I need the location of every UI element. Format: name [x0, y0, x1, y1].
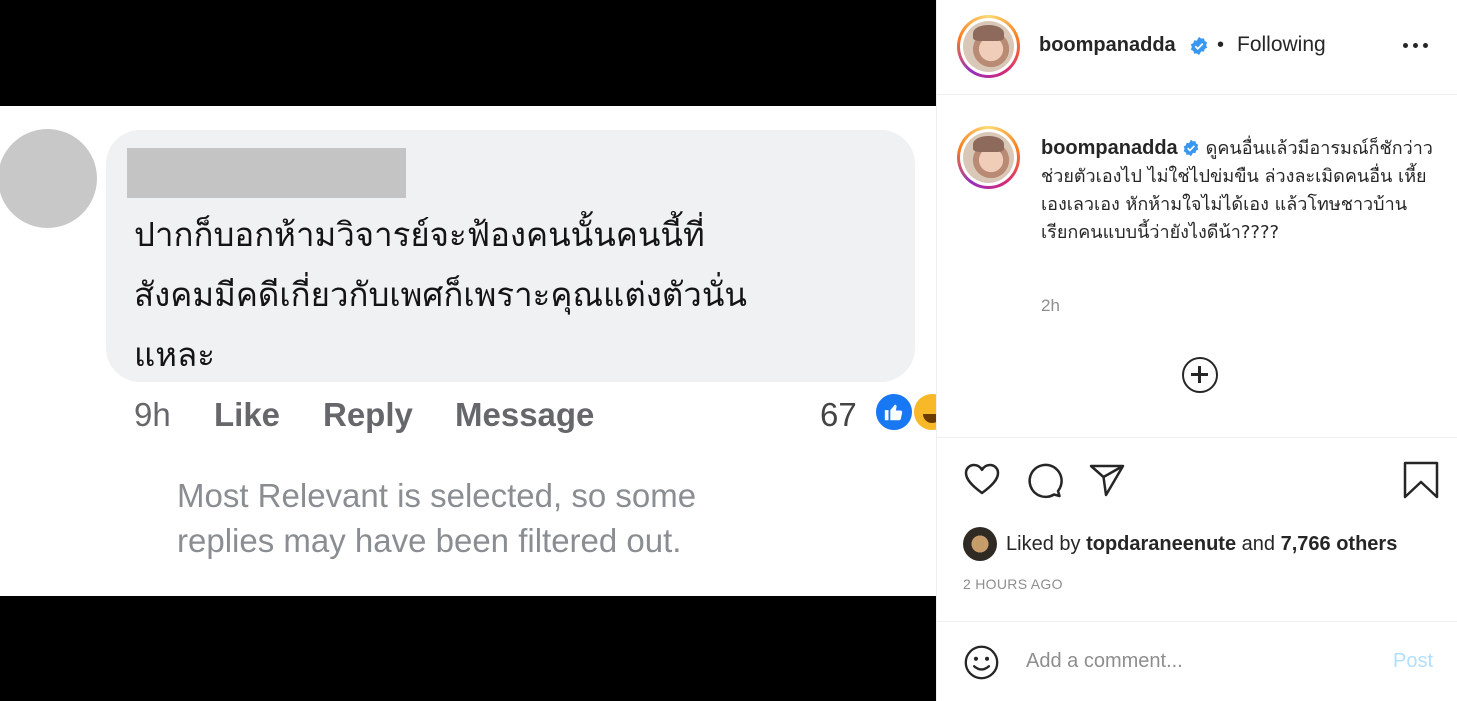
action-section: Liked by topdaraneenute and 7,766 others… [937, 437, 1457, 701]
comment-time: 9h [134, 396, 171, 433]
caption-timestamp: 2h [1041, 296, 1060, 315]
comment-bubble-icon[interactable] [1024, 460, 1064, 500]
filter-note: Most Relevant is selected, so some repli… [177, 477, 697, 559]
post-media[interactable]: ปากก็บอกห้ามวิจารย์จะฟ้องคนนั้นคนนี้ที่ … [0, 0, 936, 701]
author-username[interactable]: boompanadda [1039, 34, 1176, 57]
following-button[interactable]: Following [1237, 33, 1326, 57]
liker-avatar [963, 527, 997, 561]
redacted-name [127, 148, 406, 198]
thumbs-up-icon [874, 392, 914, 432]
share-send-icon[interactable] [1087, 460, 1127, 500]
load-more-comments-icon[interactable] [1182, 357, 1218, 393]
likes-middle: and [1241, 532, 1276, 555]
comment-actions: 9h Like Reply Message 67 [0, 395, 936, 435]
likes-others[interactable]: 7,766 others [1281, 533, 1398, 556]
verified-badge-icon [1183, 139, 1198, 157]
author-avatar[interactable] [957, 15, 1020, 78]
liker-username[interactable]: topdaraneenute [1086, 533, 1236, 556]
verified-badge-icon [1190, 36, 1208, 56]
likes-prefix: Liked by [1006, 532, 1081, 555]
comment-input[interactable]: Add a comment... [1026, 650, 1183, 673]
reaction-count: 67 [820, 396, 857, 433]
header-separator: • [1217, 34, 1225, 56]
comment-like-label: Like [214, 396, 281, 433]
caption-username[interactable]: boompanadda [1041, 137, 1178, 159]
caption-avatar[interactable] [957, 126, 1020, 189]
post-caption: boompanadda ดูคนอื่นแล้วมีอารมณ์ก็ชักว่า… [1041, 134, 1441, 247]
likes-summary: Liked by topdaraneenute and 7,766 others [963, 527, 1397, 561]
more-options-icon[interactable] [1403, 37, 1433, 53]
heart-icon[interactable] [962, 460, 1002, 500]
bookmark-icon[interactable] [1401, 460, 1441, 500]
post-panel: boompanadda • Following boompanadda ดูคน… [936, 0, 1457, 701]
comment-bar [937, 621, 1457, 701]
post-comment-button[interactable]: Post [1393, 650, 1433, 673]
post-timestamp[interactable]: 2 HOURS AGO [963, 576, 1063, 592]
commenter-avatar [0, 129, 97, 228]
emoji-icon[interactable] [963, 644, 1000, 681]
post-header: boompanadda • Following [937, 0, 1457, 95]
comment-text: ปากก็บอกห้ามวิจารย์จะฟ้องคนนั้นคนนี้ที่ … [134, 215, 747, 374]
comment-reply-label: Reply [323, 396, 413, 433]
comment-message-label: Message [455, 396, 595, 433]
